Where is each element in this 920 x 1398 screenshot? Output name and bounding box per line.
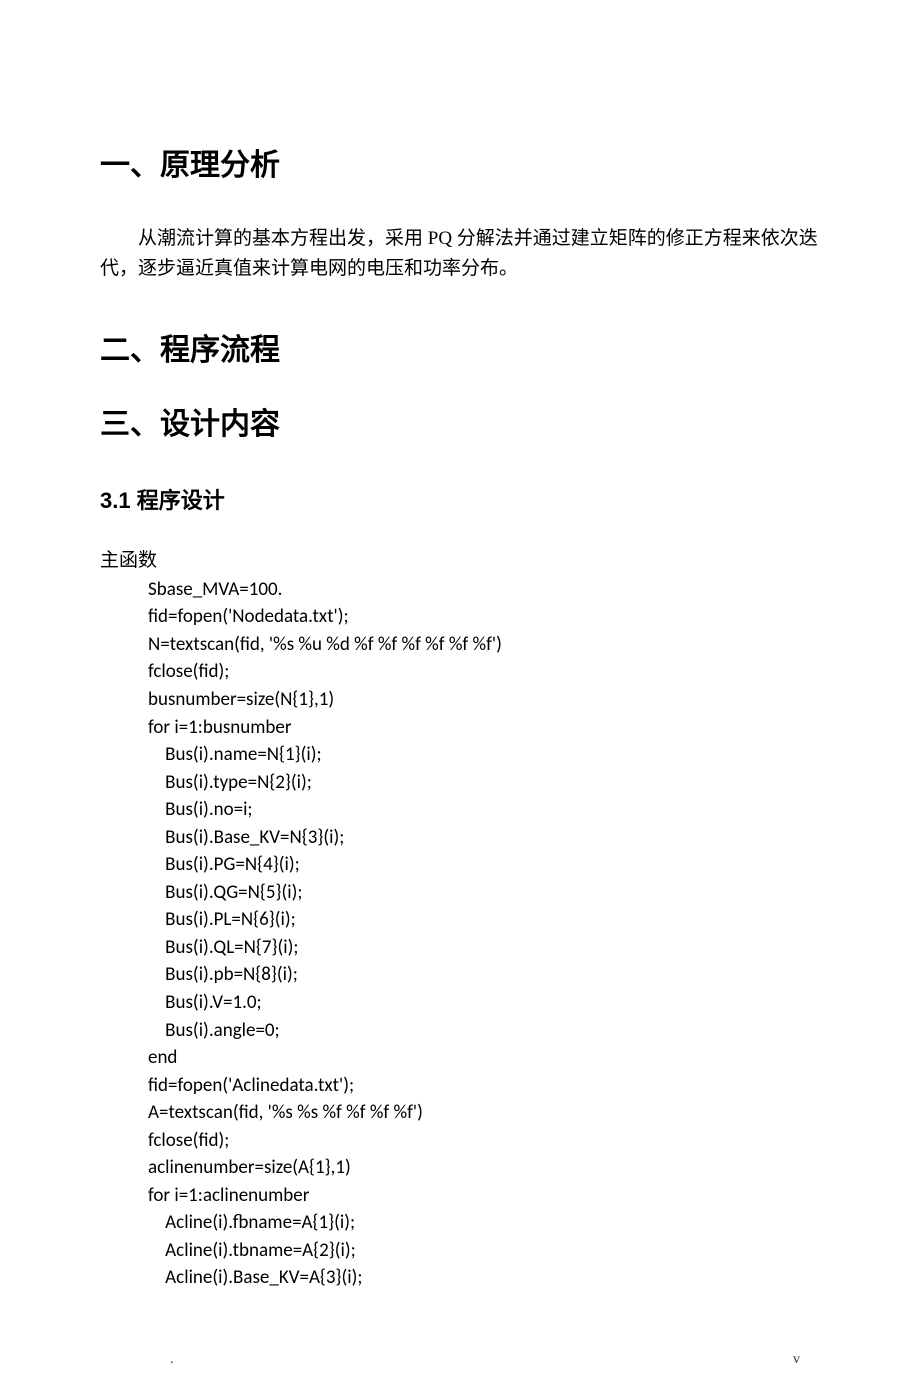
code-listing: Sbase_MVA=100. fid=fopen('Nodedata.txt')… bbox=[148, 576, 820, 1292]
section-2-title: 二、程序流程 bbox=[100, 325, 820, 369]
section-3-1-title: 3.1 程序设计 bbox=[100, 483, 820, 515]
main-function-label: 主函数 bbox=[100, 545, 820, 572]
section-1-title: 一、原理分析 bbox=[100, 140, 820, 184]
document-page: 一、原理分析 从潮流计算的基本方程出发，采用 PQ 分解法并通过建立矩阵的修正方… bbox=[0, 0, 920, 1352]
footer-left-dot: . bbox=[170, 1352, 174, 1368]
section-1-paragraph: 从潮流计算的基本方程出发，采用 PQ 分解法并通过建立矩阵的修正方程来依次迭代，… bbox=[100, 224, 820, 285]
section-3-title: 三、设计内容 bbox=[100, 399, 820, 443]
footer-right-roman: v bbox=[793, 1352, 800, 1368]
page-footer: . v bbox=[0, 1352, 920, 1398]
